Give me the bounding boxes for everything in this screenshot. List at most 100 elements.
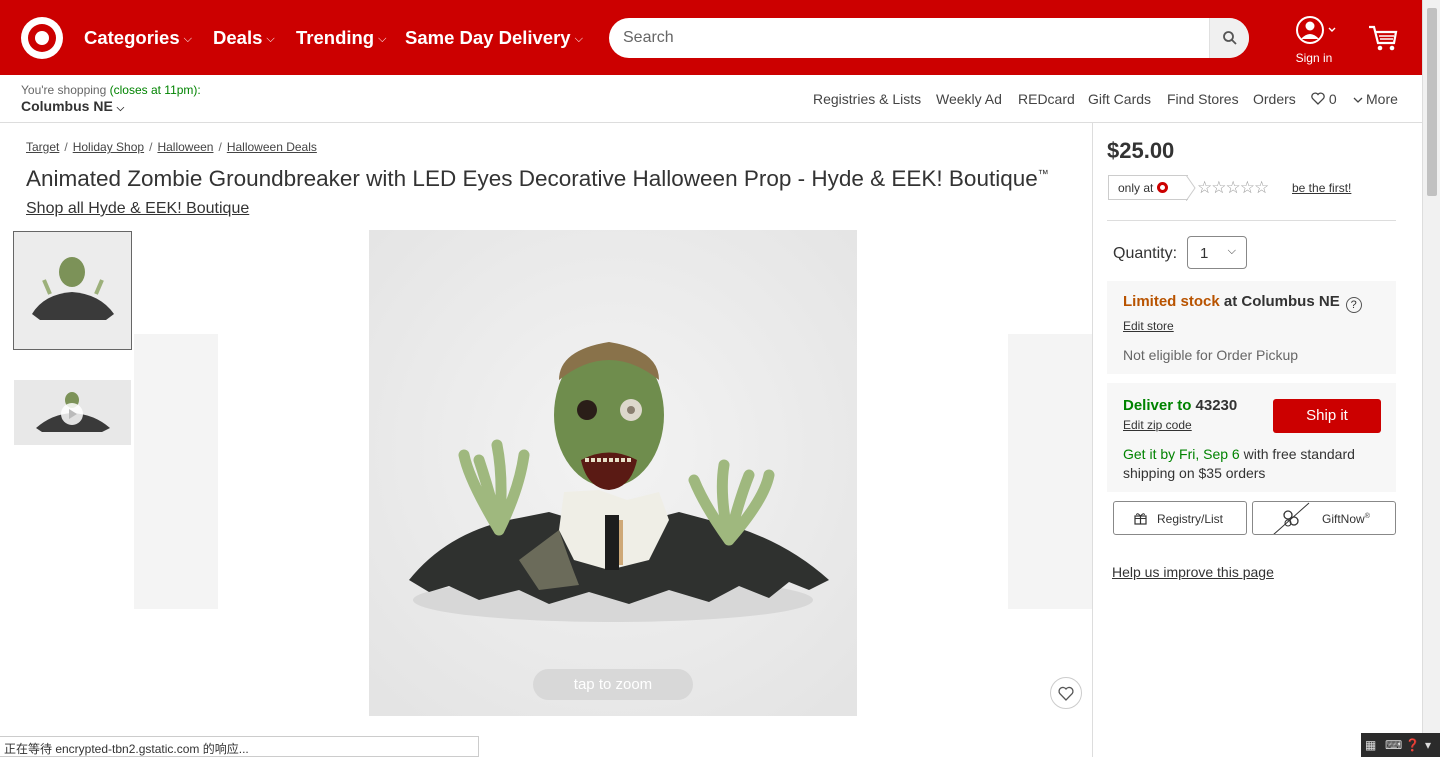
- breadcrumb-target[interactable]: Target: [26, 140, 59, 154]
- store-utility-bar: You're shopping (closes at 11pm): Columb…: [0, 75, 1422, 123]
- keyboard-icon[interactable]: ⌨: [1385, 738, 1402, 752]
- rail-divider: [1092, 123, 1093, 757]
- edit-zip-link[interactable]: Edit zip code: [1123, 418, 1192, 432]
- menu-icon[interactable]: ▾: [1425, 738, 1431, 752]
- link-find-stores[interactable]: Find Stores: [1167, 91, 1239, 107]
- carousel-prev-preview[interactable]: [134, 334, 218, 609]
- product-title-text: Animated Zombie Groundbreaker with LED E…: [26, 166, 1038, 191]
- giftnow-text: GiftNow: [1322, 512, 1365, 526]
- nav-same-day-delivery[interactable]: Same Day Delivery ⌵: [405, 27, 583, 49]
- chevron-down-icon: ⌵: [378, 33, 387, 45]
- thumbnail-image-1[interactable]: [13, 231, 132, 350]
- store-availability-panel: Limited stock at Columbus NE? Edit store…: [1107, 281, 1396, 374]
- chevron-down-icon: ⌵: [266, 33, 275, 45]
- shopping-prefix: You're shopping: [21, 83, 107, 97]
- tap-to-zoom-button[interactable]: tap to zoom: [533, 669, 693, 700]
- target-bullseye-icon: [1157, 182, 1169, 193]
- stock-status: Limited stock at Columbus NE?: [1123, 293, 1362, 313]
- zombie-thumbnail-image: [14, 232, 131, 349]
- quantity-label: Quantity:: [1113, 245, 1178, 262]
- link-redcard[interactable]: REDcard: [1018, 91, 1075, 107]
- search-icon: [1223, 31, 1237, 45]
- help-icon[interactable]: ❓: [1405, 738, 1420, 752]
- gift-icon: [1134, 513, 1147, 525]
- vertical-scrollbar[interactable]: [1422, 0, 1440, 757]
- product-price: $25.00: [1107, 138, 1175, 163]
- delivery-zip: 43230: [1195, 397, 1238, 414]
- breadcrumb-halloween[interactable]: Halloween: [157, 140, 213, 154]
- link-gift-cards[interactable]: Gift Cards: [1088, 91, 1151, 107]
- search-input[interactable]: [623, 27, 1203, 49]
- chevron-down-icon: ⌵: [183, 33, 192, 45]
- heart-icon: [1311, 92, 1325, 105]
- target-logo-icon[interactable]: [21, 17, 63, 59]
- cart-icon: [1369, 25, 1398, 51]
- registered-mark: ®: [1364, 513, 1370, 520]
- zombie-product-image: [369, 230, 857, 716]
- cart-button[interactable]: [1368, 24, 1398, 57]
- nav-categories-label: Categories: [84, 27, 180, 48]
- top-header: Categories ⌵ Deals ⌵ Trending ⌵ Same Day De…: [0, 0, 1422, 75]
- quantity-value: 1: [1200, 245, 1209, 262]
- product-title: Animated Zombie Groundbreaker with LED E…: [26, 166, 1049, 192]
- favorites-link[interactable]: 0: [1311, 91, 1337, 107]
- main-product-image[interactable]: [369, 230, 857, 716]
- delivery-date: Get it by Fri, Sep 6: [1123, 446, 1240, 462]
- nav-same-day-delivery-label: Same Day Delivery: [405, 27, 571, 48]
- link-registries-lists[interactable]: Registries & Lists: [813, 91, 921, 107]
- breadcrumb-separator: /: [149, 140, 153, 154]
- sign-in-button[interactable]: Sign in: [1289, 16, 1339, 65]
- ship-it-button[interactable]: Ship it: [1273, 399, 1381, 433]
- shopping-context: You're shopping (closes at 11pm):: [21, 83, 201, 97]
- add-to-registry-button[interactable]: Registry/List: [1113, 501, 1247, 535]
- be-first-review-link[interactable]: be the first!: [1292, 181, 1351, 195]
- breadcrumb-separator: /: [64, 140, 68, 154]
- sign-in-label: Sign in: [1295, 51, 1333, 65]
- nav-trending[interactable]: Trending ⌵: [296, 27, 386, 49]
- favorites-count: 0: [1328, 91, 1337, 107]
- link-orders[interactable]: Orders: [1253, 91, 1296, 107]
- breadcrumb: Target / Holiday Shop / Halloween / Halloween …: [26, 140, 317, 154]
- system-tray: ▦ ⌨ ❓ ▾: [1361, 733, 1440, 757]
- shop-all-brand-link[interactable]: Shop all Hyde & EEK! Boutique: [26, 200, 249, 218]
- scrollbar-thumb[interactable]: [1427, 8, 1437, 196]
- nav-deals[interactable]: Deals ⌵: [213, 27, 275, 49]
- browser-status-bar: 正在等待 encrypted-tbn2.gstatic.com 的响应...: [0, 736, 479, 757]
- help-improve-link[interactable]: Help us improve this page: [1112, 564, 1274, 580]
- nav-deals-label: Deals: [213, 27, 263, 48]
- account-icon: [1296, 16, 1336, 44]
- edit-store-link[interactable]: Edit store: [1123, 319, 1174, 333]
- only-at-target-badge: only at: [1108, 175, 1188, 200]
- store-selector[interactable]: Columbus NE ⌵: [21, 98, 124, 114]
- breadcrumb-holiday-shop[interactable]: Holiday Shop: [73, 140, 144, 154]
- stock-location: at Columbus NE: [1219, 293, 1340, 310]
- search-bar: [609, 18, 1249, 58]
- chevron-down-icon: ⌵: [116, 103, 125, 114]
- giftnow-button[interactable]: GiftNow®: [1252, 501, 1396, 535]
- nav-categories[interactable]: Categories ⌵: [84, 27, 192, 49]
- help-icon[interactable]: ?: [1345, 297, 1362, 313]
- heart-icon: [1058, 686, 1074, 701]
- nav-trending-label: Trending: [296, 27, 375, 48]
- deliver-to: Deliver to 43230: [1123, 397, 1237, 414]
- delivery-estimate: Get it by Fri, Sep 6 with free standard …: [1123, 445, 1383, 483]
- rating-stars[interactable]: ☆☆☆☆☆: [1197, 178, 1269, 198]
- thumbnail-video[interactable]: [14, 380, 131, 445]
- add-to-favorites-button[interactable]: [1050, 677, 1082, 709]
- giftnow-label: GiftNow®: [1322, 512, 1370, 526]
- badge-arrow-icon: [1186, 175, 1196, 201]
- more-menu[interactable]: More: [1353, 91, 1398, 107]
- carousel-next-preview[interactable]: [1008, 334, 1092, 609]
- store-name: Columbus NE: [21, 98, 113, 114]
- breadcrumb-separator: /: [218, 140, 222, 154]
- deliver-to-label: Deliver to: [1123, 397, 1196, 414]
- pickup-eligibility-note: Not eligible for Order Pickup: [1123, 347, 1299, 363]
- search-button[interactable]: [1209, 18, 1249, 58]
- link-weekly-ad[interactable]: Weekly Ad: [936, 91, 1002, 107]
- zombie-video-thumbnail-image: [14, 380, 131, 445]
- quantity-select[interactable]: 1 ⌵: [1187, 236, 1247, 269]
- stock-status-label: Limited stock: [1123, 293, 1220, 310]
- delivery-panel: Deliver to 43230 Edit zip code Ship it G…: [1107, 383, 1396, 492]
- breadcrumb-halloween-deals[interactable]: Halloween Deals: [227, 140, 317, 154]
- store-hours: (closes at 11pm):: [109, 83, 201, 97]
